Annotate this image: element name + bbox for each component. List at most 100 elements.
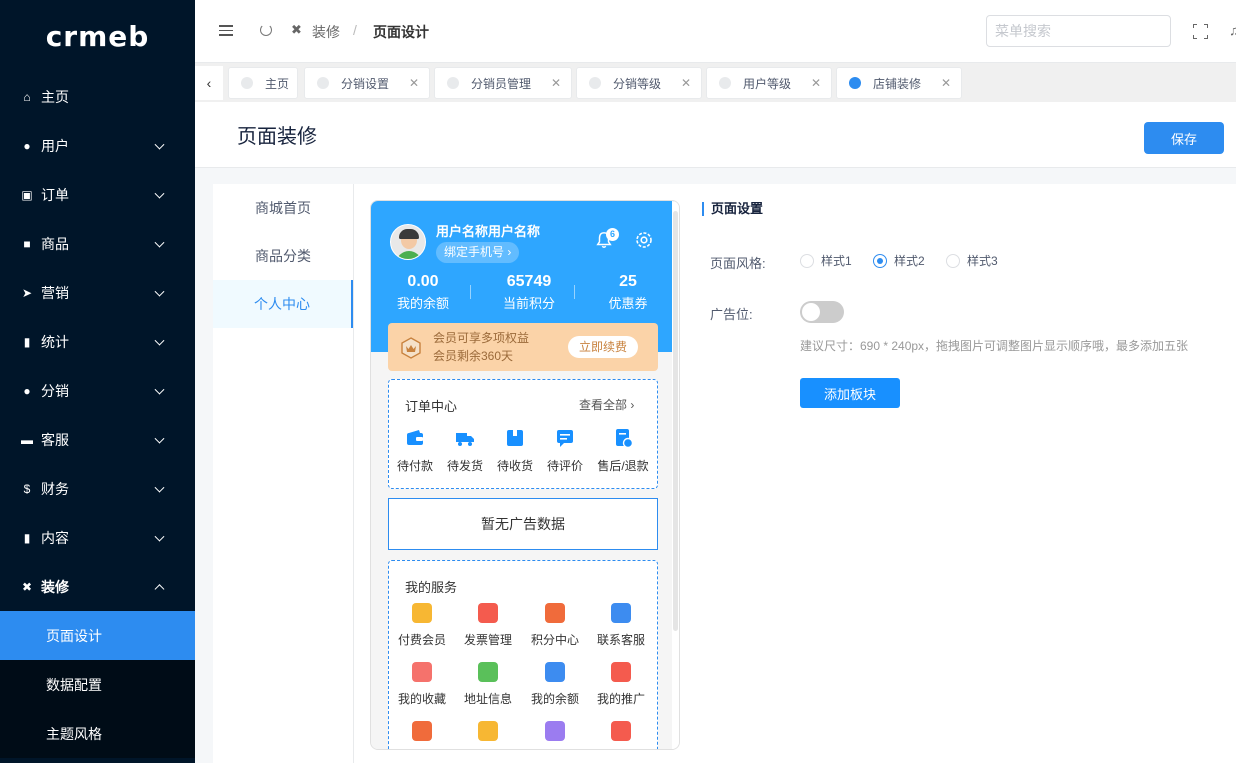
service-item[interactable]: 我的余额 [522,662,588,707]
stat-points[interactable]: 65749 当前积分 [484,273,574,312]
sidebar-item-product[interactable]: ■ 商品 [0,219,195,268]
menu-search-input[interactable] [986,15,1171,47]
view-all-orders-link[interactable]: 查看全部 › [579,396,634,413]
service-icon [478,721,498,741]
stat-balance[interactable]: 0.00 我的余额 [378,273,468,312]
sidebar-item-user[interactable]: ● 用户 [0,121,195,170]
nav-personal-center[interactable]: 个人中心 [213,280,353,328]
page-type-nav: 商城首页 商品分类 个人中心 [213,184,354,763]
tab-store-decoration[interactable]: 店铺装修 ✕ [836,67,962,99]
settings-title: 页面设置 [702,202,763,216]
tools-icon: ✖ [21,579,33,594]
tab-distribution-level[interactable]: 分销等级 ✕ [576,67,702,99]
order-after-sales[interactable]: 售后/退款 [593,428,653,474]
breadcrumb-parent[interactable]: 装修 [312,22,340,42]
style-radio-3[interactable]: 样式3 [946,252,998,269]
my-services-block[interactable]: 我的服务 付费会员 发票管理 积分中心 联系客服 我的收藏 地址信息 我的余额 我的推广 [388,560,658,749]
refund-icon [616,429,634,449]
bind-phone-button[interactable]: 绑定手机号 › [436,242,520,263]
service-icon [611,662,631,682]
sidebar-item-statistics[interactable]: ▮ 统计 [0,317,195,366]
order-pending-receipt[interactable]: 待收货 [489,428,541,474]
service-item[interactable]: 我的推广 [588,662,654,707]
tab-scroll-left-icon[interactable]: ‹ [195,66,223,100]
sidebar-item-decoration[interactable]: ✖ 装修 [0,562,195,611]
service-label: 我的推广 [596,692,645,706]
service-item[interactable] [389,721,455,749]
order-center-block[interactable]: 订单中心 查看全部 › 待付款 待发货 待收货 待评价 售后/退款 [388,379,658,489]
preview-scrollbar[interactable] [672,201,679,749]
tab-home[interactable]: 主页 [228,67,298,99]
close-icon[interactable]: ✕ [551,76,561,90]
service-item[interactable]: 付费会员 [389,603,455,648]
tab-dot [849,77,861,89]
service-item[interactable] [588,721,654,749]
sidebar-item-finance[interactable]: $ 财务 [0,464,195,513]
service-label: 付费会员 [397,633,446,647]
close-icon[interactable]: ✕ [941,76,951,90]
tab-user-level[interactable]: 用户等级 ✕ [706,67,832,99]
wallet-icon [407,430,423,445]
sidebar-item-home[interactable]: ⌂ 主页 [0,72,195,121]
sidebar-item-service[interactable]: ▬ 客服 [0,415,195,464]
service-item[interactable]: 地址信息 [455,662,521,707]
order-pending-payment[interactable]: 待付款 [389,428,441,474]
tab-distribution-settings[interactable]: 分销设置 ✕ [304,67,430,99]
save-button[interactable]: 保存 [1144,122,1224,154]
truck-icon [456,433,474,446]
breadcrumb-separator: / [353,22,357,38]
close-icon[interactable]: ✕ [409,76,419,90]
settings-panel: 页面设置 页面风格: 样式1 样式2 样式3 广告位: 建议尺寸：690 * 2… [702,184,1236,763]
ad-empty-block[interactable]: 暂无广告数据 [388,498,658,550]
sidebar: crmeb ⌂ 主页 ● 用户 ▣ 订单 ■ 商品 ➤ 营销 ▮ 统计 ● 分销… [0,0,195,763]
main-content: 商城首页 商品分类 个人中心 用户名称用户名称 绑定手机号 › 6 0.00 我… [213,184,1236,763]
vip-card[interactable]: 会员可享多项权益 会员剩余360天 立即续费 [388,323,658,371]
service-icon [545,721,565,741]
chevron-down-icon [154,237,165,248]
crown-icon [401,337,421,359]
username: 用户名称用户名称 [436,224,541,239]
sidebar-subitem-theme-style[interactable]: 主题风格 [0,709,195,758]
refresh-icon[interactable] [260,24,272,36]
sidebar-item-order[interactable]: ▣ 订单 [0,170,195,219]
gear-icon[interactable] [634,230,654,250]
service-item[interactable]: 积分中心 [522,603,588,648]
close-icon[interactable]: ✕ [681,76,691,90]
sidebar-subitem-data-config[interactable]: 数据配置 [0,660,195,709]
service-item[interactable] [522,721,588,749]
sidebar-item-marketing[interactable]: ➤ 营销 [0,268,195,317]
sidebar-subitem-page-design[interactable]: 页面设计 [0,611,195,660]
tab-distributor-management[interactable]: 分销员管理 ✕ [434,67,572,99]
add-block-button[interactable]: 添加板块 [800,378,900,408]
sidebar-item-distribution[interactable]: ● 分销 [0,366,195,415]
nav-product-category[interactable]: 商品分类 [213,232,353,280]
radio-circle [946,253,960,268]
fullscreen-icon[interactable] [1193,24,1208,39]
menu-toggle-icon[interactable] [219,25,233,36]
chevron-down-icon [154,531,165,542]
style-radio-1[interactable]: 样式1 [800,252,852,269]
tab-dot [589,77,601,89]
breadcrumb-current: 页面设计 [373,24,429,40]
stat-coupons[interactable]: 25 优惠券 [583,273,673,312]
service-icon [478,603,498,623]
nav-mall-home[interactable]: 商城首页 [213,184,353,232]
style-radio-2[interactable]: 样式2 [873,252,925,269]
service-item[interactable] [455,721,521,749]
order-pending-review[interactable]: 待评价 [539,428,591,474]
service-item[interactable]: 联系客服 [588,603,654,648]
order-pending-shipment[interactable]: 待发货 [439,428,491,474]
service-item[interactable]: 发票管理 [455,603,521,648]
home-icon: ⌂ [23,89,31,104]
renew-button[interactable]: 立即续费 [568,336,638,358]
comment-icon [557,430,573,447]
service-item[interactable]: 我的收藏 [389,662,455,707]
notification-icon[interactable]: ♫ [1229,22,1236,38]
close-icon[interactable]: ✕ [811,76,821,90]
chevron-down-icon [154,433,165,444]
service-icon [412,662,432,682]
sidebar-item-content[interactable]: ▮ 内容 [0,513,195,562]
service-icon [478,662,498,682]
ad-toggle-switch[interactable] [800,301,844,323]
service-icon [611,603,631,623]
